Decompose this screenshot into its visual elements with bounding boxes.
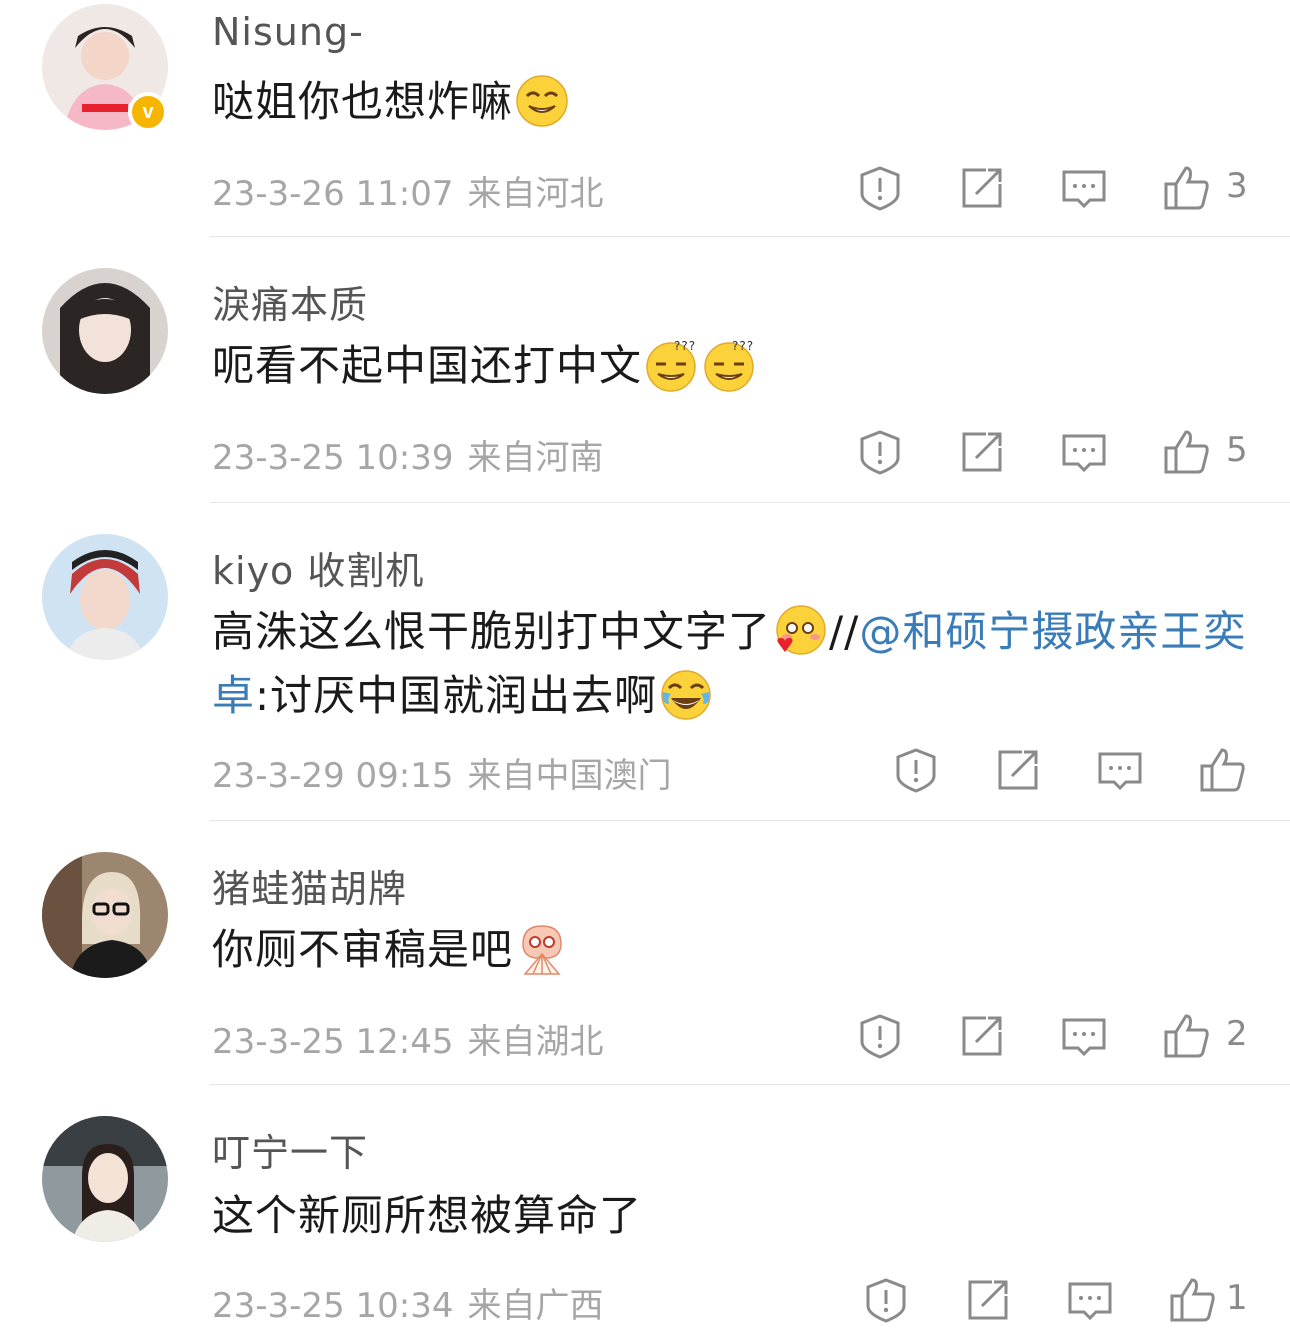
laugh-cry-emoji-icon (659, 668, 713, 722)
repost-icon[interactable] (964, 1276, 1012, 1324)
comment-date: 23-3-25 10:39 (212, 438, 454, 478)
action-bar: 2 (856, 1012, 1256, 1062)
report-icon[interactable] (856, 428, 904, 476)
avatar[interactable] (42, 534, 168, 660)
comment-text-body: 这个新厕所想被算命了 (212, 1191, 643, 1240)
username[interactable]: 淚痛本质 (212, 274, 368, 329)
comment-meta: 23-3-29 09:15 来自中国澳门 (212, 748, 672, 797)
like-count: 2 (1226, 1014, 1248, 1054)
comment-icon[interactable] (1060, 164, 1108, 212)
repost-icon[interactable] (994, 746, 1042, 794)
divider (210, 1084, 1290, 1085)
comment-icon[interactable] (1066, 1276, 1114, 1324)
report-icon[interactable] (856, 1012, 904, 1060)
comment-text: 你厕不审稿是吧 (212, 918, 1252, 982)
username[interactable]: 叮宁一下 (212, 1122, 368, 1177)
comment-text: 高洙这么恨干脆别打中文字了//@和硕宁摄政亲王奕卓:讨厌中国就润出去啊 (212, 600, 1252, 728)
comment-meta: 23-3-25 10:39 来自河南 (212, 430, 604, 479)
username[interactable]: Nisung- (212, 10, 364, 54)
repost-icon[interactable] (958, 428, 1006, 476)
like-count: 1 (1226, 1278, 1248, 1318)
comment-icon[interactable] (1096, 746, 1144, 794)
smirk-emoji-icon (515, 74, 569, 128)
comment-meta: 23-3-25 12:45 来自湖北 (212, 1014, 604, 1063)
comment-icon[interactable] (1060, 428, 1108, 476)
blush-heart-emoji-icon (773, 604, 827, 658)
confused-emoji-icon: ??? (644, 338, 698, 392)
report-icon[interactable] (892, 746, 940, 794)
like-icon[interactable] (1162, 1012, 1210, 1060)
divider (210, 502, 1290, 503)
confused-emoji-icon: ??? (702, 338, 756, 392)
repost-separator: // (829, 607, 860, 656)
comment-location: 来自中国澳门 (467, 756, 672, 796)
comment-date: 23-3-25 10:34 (212, 1286, 454, 1326)
comment-location: 来自河北 (467, 174, 604, 214)
comment-text: 呃看不起中国还打中文?????? (212, 334, 1252, 398)
action-bar: 5 (856, 428, 1256, 478)
comment-text-body: 你厕不审稿是吧 (212, 925, 514, 974)
comment-text-body: 哒姐你也想炸嘛 (212, 77, 514, 126)
verified-badge-icon: v (128, 92, 168, 132)
comment-meta: 23-3-25 10:34 来自广西 (212, 1278, 604, 1327)
comment-icon[interactable] (1060, 1012, 1108, 1060)
divider (210, 820, 1290, 821)
like-icon[interactable] (1168, 1276, 1216, 1324)
fan-shy-emoji-icon (515, 922, 569, 976)
like-count: 3 (1226, 166, 1248, 206)
action-bar: 1 (862, 1276, 1262, 1326)
avatar[interactable] (42, 1116, 168, 1242)
username[interactable]: kiyo 收割机 (212, 540, 424, 595)
comment-text: 这个新厕所想被算命了 (212, 1184, 1252, 1248)
like-icon[interactable] (1198, 746, 1246, 794)
comment-text-body: 高洙这么恨干脆别打中文字了 (212, 607, 772, 656)
report-icon[interactable] (862, 1276, 910, 1324)
avatar[interactable] (42, 852, 168, 978)
comment-text: 哒姐你也想炸嘛 (212, 70, 1252, 134)
repost-icon[interactable] (958, 1012, 1006, 1060)
svg-text:???: ??? (674, 339, 696, 353)
comment-text-quote: :讨厌中国就润出去啊 (255, 671, 658, 720)
action-bar (892, 746, 1252, 796)
report-icon[interactable] (856, 164, 904, 212)
divider (210, 236, 1290, 237)
comment-location: 来自湖北 (467, 1022, 604, 1062)
avatar[interactable] (42, 268, 168, 394)
comment-text-body: 呃看不起中国还打中文 (212, 341, 643, 390)
like-icon[interactable] (1162, 428, 1210, 476)
comment-date: 23-3-29 09:15 (212, 756, 454, 796)
comment-location: 来自河南 (467, 438, 604, 478)
like-icon[interactable] (1162, 164, 1210, 212)
username[interactable]: 猪蛙猫胡牌 (212, 858, 407, 913)
repost-icon[interactable] (958, 164, 1006, 212)
action-bar: 3 (856, 164, 1256, 214)
comment-location: 来自广西 (467, 1286, 604, 1326)
svg-text:???: ??? (732, 339, 754, 353)
comment-date: 23-3-25 12:45 (212, 1022, 454, 1062)
like-count: 5 (1226, 430, 1248, 470)
comment-date: 23-3-26 11:07 (212, 174, 454, 214)
comment-meta: 23-3-26 11:07 来自河北 (212, 166, 604, 215)
